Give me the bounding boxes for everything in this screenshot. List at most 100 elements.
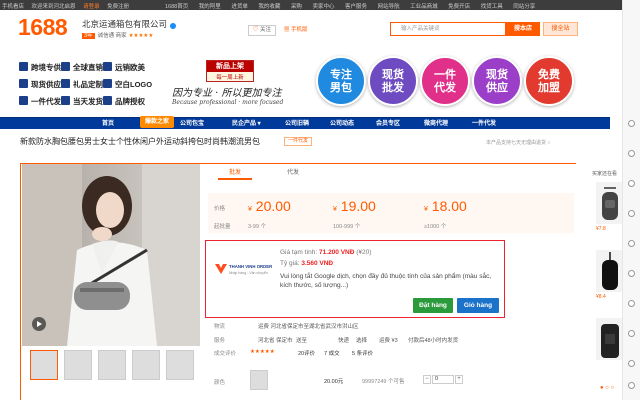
banner-circle[interactable]: 一件 代发 (420, 56, 470, 106)
side-tool-icon[interactable] (628, 150, 635, 157)
banner-circle[interactable]: 免费 加盟 (524, 56, 574, 106)
follow-button[interactable]: ♡ 关注 (248, 25, 277, 36)
nav-hot-deals[interactable]: 爆款之家 (140, 116, 175, 128)
new-arrival-sub: 每一周上新 (216, 75, 244, 81)
topbar-link[interactable]: 客户服务 (345, 4, 367, 10)
tab-dropship[interactable]: 代发 (276, 166, 310, 180)
new-arrival-badge[interactable]: 新品上架 每一周上新 (206, 60, 254, 82)
company-rating-stars: ★★★★★ (128, 33, 154, 39)
nav-item[interactable]: 会员专区 (376, 118, 400, 130)
add-to-cart-button[interactable]: Giỏ hàng (457, 298, 499, 313)
dropship-tag[interactable]: 一件代发 (284, 137, 313, 146)
qty-decrease-button[interactable]: − (423, 375, 431, 384)
feature-item: 一件代发 (19, 96, 61, 107)
qty-input[interactable]: 0 (432, 375, 454, 384)
nav-item[interactable]: 公司旧辆 (285, 118, 309, 130)
review-entries[interactable]: 5 条评价 (352, 349, 373, 357)
review-count[interactable]: 20评价 (298, 349, 315, 357)
product-main-image[interactable] (22, 164, 200, 346)
side-tool-icon[interactable] (628, 360, 635, 367)
related-item[interactable]: ¥8.4 (596, 250, 624, 300)
feature-item: 远销欧美 (103, 62, 145, 73)
banner-circle[interactable]: 专注 男包 (316, 56, 366, 106)
play-video-icon[interactable] (32, 317, 46, 331)
nav-item-home[interactable]: 首页 (102, 118, 114, 130)
search-input[interactable]: 输入产品关键词 (390, 22, 506, 36)
topbar-welcome: 欢迎来到河北启恩 (31, 4, 76, 10)
shipping-method-choice[interactable]: 选择 (356, 336, 367, 344)
topbar-link[interactable]: 网站导航 (378, 4, 400, 10)
shipping-text: 运费 河北省保定市至湖北省武汉市洪山区 (258, 324, 359, 330)
sku-price: 20.00元 (324, 379, 344, 385)
topbar-login-link[interactable]: 请登录 (83, 4, 100, 10)
topbar-link[interactable]: 1688首页 (165, 4, 188, 10)
feature-item: 礼品定制 (61, 79, 103, 90)
topbar-left: 手机看店 欢迎来到河北启恩 请登录 免费注册 (2, 2, 135, 10)
check-icon (19, 79, 28, 88)
banner-slogan: 因为专业 · 所以更加专注 (172, 88, 282, 99)
verified-icon (170, 23, 176, 29)
review-label: 成交评价 (214, 351, 237, 357)
topbar-link[interactable]: 卖家中心 (312, 4, 334, 10)
topbar-link[interactable]: 采购 (291, 4, 302, 10)
nav-item-products[interactable]: 民企产品 ▾ (232, 118, 261, 130)
company-type: 诚信通 商家 (97, 33, 127, 39)
topbar-link[interactable]: 工业品商城 (410, 4, 438, 10)
check-icon (103, 79, 112, 88)
nav-item[interactable]: 一件代发 (472, 118, 496, 130)
site-logo[interactable]: 1688 (18, 14, 68, 41)
side-tool-icon[interactable] (628, 240, 635, 247)
topbar-link[interactable]: 进货单 (231, 4, 248, 10)
side-tool-icon[interactable] (628, 270, 635, 277)
topbar-link[interactable]: 我的收藏 (258, 4, 280, 10)
related-item[interactable] (596, 318, 624, 360)
side-tool-icon[interactable] (628, 210, 635, 217)
related-item[interactable]: ¥7.8 (596, 182, 624, 232)
topbar-mobile-link[interactable]: 手机看店 (2, 4, 24, 10)
moq-label: 起批量 (214, 224, 231, 230)
banner-circle[interactable]: 现货 批发 (368, 56, 418, 106)
topbar-link[interactable]: 同站分享 (513, 4, 535, 10)
ship-to-label: 送至 (296, 338, 308, 344)
topbar-right: 1688首页 我的阿里 进货单 我的收藏 采购 卖家中心 客户服务 网站导航 工… (165, 2, 544, 10)
nav-item[interactable]: 公司包宝 (180, 118, 204, 130)
qty-increase-button[interactable]: + (455, 375, 463, 384)
side-tool-icon[interactable] (628, 120, 635, 127)
nav-item[interactable]: 微商代理 (424, 118, 448, 130)
thumbnail[interactable] (98, 350, 126, 380)
topbar-link[interactable]: 我的阿里 (199, 4, 221, 10)
feature-item: 空白LOGO (103, 79, 152, 90)
thumbnail[interactable] (132, 350, 160, 380)
side-tool-icon[interactable] (628, 300, 635, 307)
banner-circle[interactable]: 现货 供应 (472, 56, 522, 106)
thumbnail[interactable] (30, 350, 58, 380)
thumbnail[interactable] (64, 350, 92, 380)
company-years-badge: 3年 (82, 33, 95, 39)
tab-wholesale[interactable]: 批发 (218, 166, 252, 180)
topbar-link[interactable]: 找货工具 (481, 4, 503, 10)
service-label: 服务 (214, 338, 226, 344)
new-arrival-title: 新品上架 (207, 61, 253, 72)
qr-code-icon: ▦ (284, 27, 292, 33)
feature-item: 品牌授权 (103, 96, 145, 107)
moq-tier: 3-99 个 (248, 224, 267, 230)
search-store-button[interactable]: 搜本店 (506, 22, 540, 36)
side-tool-icon[interactable] (628, 180, 635, 187)
place-order-button[interactable]: Đặt hàng (413, 298, 453, 313)
back-to-top-icon[interactable] (628, 382, 635, 389)
thumbnail[interactable] (166, 350, 194, 380)
carousel-dots[interactable]: ● ○ ○ (600, 385, 614, 391)
topbar-register-link[interactable]: 免费注册 (107, 4, 129, 10)
exchange-rate-value: 3.560 VNĐ (301, 260, 334, 267)
mobile-shop-button[interactable]: ▦ 手机版 (284, 25, 308, 36)
price-tier: ¥ 20.00 (248, 198, 291, 214)
company-name[interactable]: 北京运通箱包有限公司 (82, 18, 167, 30)
nav-item[interactable]: 公司动态 (330, 118, 354, 130)
side-tool-icon[interactable] (628, 330, 635, 337)
search-site-button[interactable]: 搜全站 (543, 22, 578, 36)
color-swatch[interactable] (250, 370, 268, 390)
order-extension-popup: THANH VINH ORDER Nhập hàng - Vận chuyển … (205, 240, 505, 318)
check-icon (19, 96, 28, 105)
exchange-rate: Tỷ giá: 3.560 VNĐ (280, 260, 334, 267)
topbar-link[interactable]: 免费开店 (448, 4, 470, 10)
